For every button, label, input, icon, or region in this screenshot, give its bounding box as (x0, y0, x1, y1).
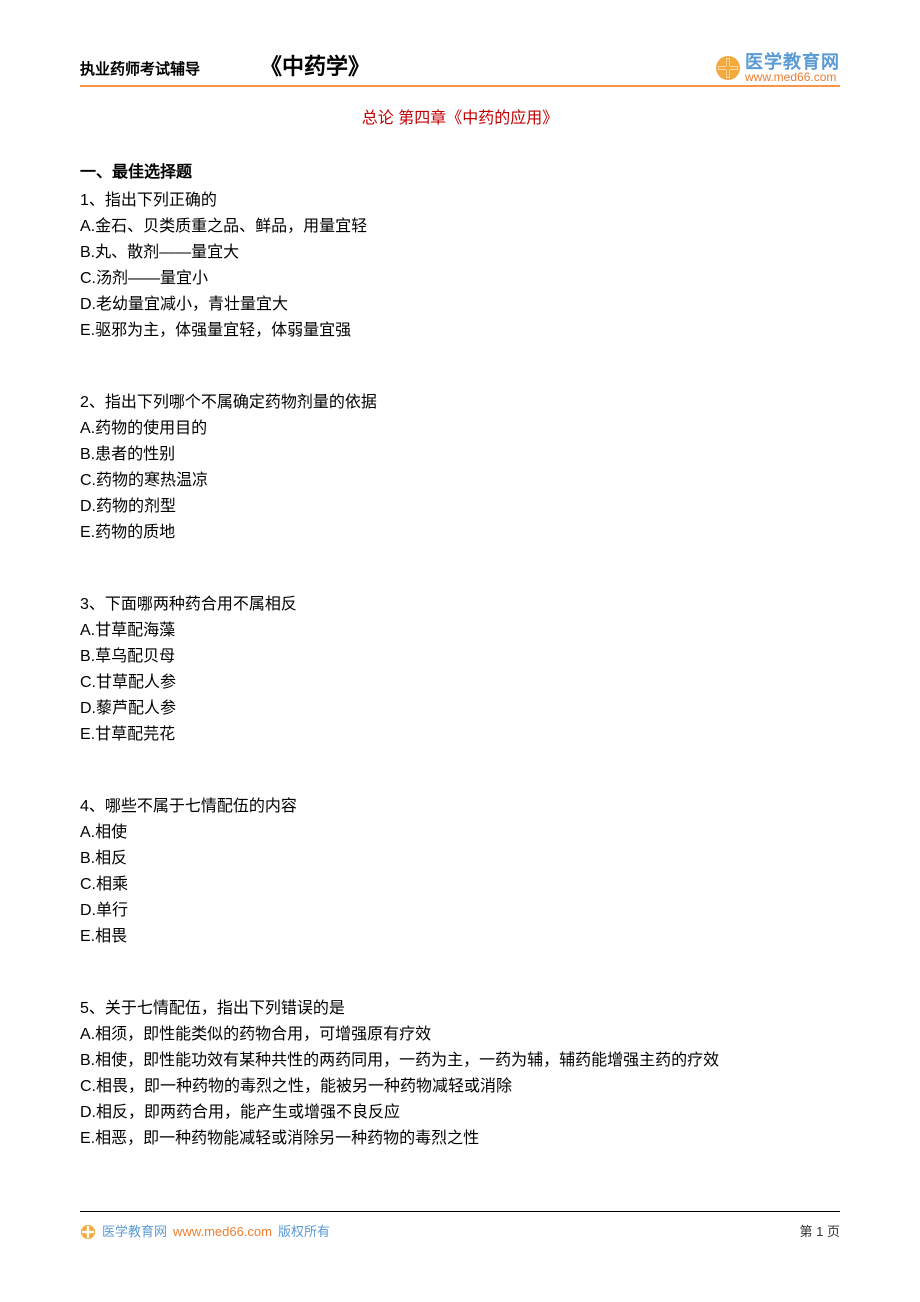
question-option: B.丸、散剂——量宜大 (80, 241, 840, 265)
question: 5、关于七情配伍，指出下列错误的是A.相须，即性能类似的药物合用，可增强原有疗效… (80, 997, 840, 1151)
question-option: B.草乌配贝母 (80, 645, 840, 669)
question-stem: 4、哪些不属于七情配伍的内容 (80, 795, 840, 819)
globe-plus-icon (715, 55, 741, 81)
question-option: D.藜芦配人参 (80, 697, 840, 721)
question-option: D.老幼量宜减小，青壮量宜大 (80, 293, 840, 317)
logo-url: www.med66.com (745, 71, 840, 83)
globe-plus-icon (80, 1224, 96, 1240)
question-option: A.甘草配海藻 (80, 619, 840, 643)
logo-text: 医学教育网 www.med66.com (745, 53, 840, 83)
question-option: A.药物的使用目的 (80, 417, 840, 441)
question: 2、指出下列哪个不属确定药物剂量的依据A.药物的使用目的B.患者的性别C.药物的… (80, 391, 840, 545)
page-header: 执业药师考试辅导 《中药学》 医学教育网 www.med66.com (80, 50, 840, 87)
footer-left: 医学教育网 www.med66.com 版权所有 (80, 1222, 330, 1242)
question-stem: 2、指出下列哪个不属确定药物剂量的依据 (80, 391, 840, 415)
question-option: E.相恶，即一种药物能减轻或消除另一种药物的毒烈之性 (80, 1127, 840, 1151)
question-option: E.驱邪为主，体强量宜轻，体弱量宜强 (80, 319, 840, 343)
questions-container: 1、指出下列正确的A.金石、贝类质重之品、鲜品，用量宜轻B.丸、散剂——量宜大C… (80, 189, 840, 1151)
question-option: E.相畏 (80, 925, 840, 949)
question-option: A.相须，即性能类似的药物合用，可增强原有疗效 (80, 1023, 840, 1047)
footer-page: 第 1 页 (800, 1222, 840, 1242)
footer-copyright: 版权所有 (278, 1222, 330, 1242)
header-logo: 医学教育网 www.med66.com (715, 53, 840, 83)
footer-brand: 医学教育网 (102, 1222, 167, 1242)
question-option: B.相反 (80, 847, 840, 871)
footer-url: www.med66.com (173, 1222, 272, 1242)
question-option: C.相畏，即一种药物的毒烈之性，能被另一种药物减轻或消除 (80, 1075, 840, 1099)
header-subtitle: 执业药师考试辅导 (80, 59, 200, 82)
question-option: C.相乘 (80, 873, 840, 897)
question-stem: 1、指出下列正确的 (80, 189, 840, 213)
question-option: B.相使，即性能功效有某种共性的两药同用，一药为主，一药为辅，辅药能增强主药的疗… (80, 1049, 840, 1073)
question-option: E.甘草配芫花 (80, 723, 840, 747)
question-option: D.相反，即两药合用，能产生或增强不良反应 (80, 1101, 840, 1125)
question: 3、下面哪两种药合用不属相反A.甘草配海藻B.草乌配贝母C.甘草配人参D.藜芦配… (80, 593, 840, 747)
question-stem: 5、关于七情配伍，指出下列错误的是 (80, 997, 840, 1021)
question: 4、哪些不属于七情配伍的内容A.相使B.相反C.相乘D.单行E.相畏 (80, 795, 840, 949)
header-left: 执业药师考试辅导 《中药学》 (80, 50, 370, 83)
question-option: D.单行 (80, 899, 840, 923)
question-option: A.金石、贝类质重之品、鲜品，用量宜轻 (80, 215, 840, 239)
question-option: C.药物的寒热温凉 (80, 469, 840, 493)
question: 1、指出下列正确的A.金石、贝类质重之品、鲜品，用量宜轻B.丸、散剂——量宜大C… (80, 189, 840, 343)
question-stem: 3、下面哪两种药合用不属相反 (80, 593, 840, 617)
page-footer: 医学教育网 www.med66.com 版权所有 第 1 页 (80, 1211, 840, 1242)
question-option: D.药物的剂型 (80, 495, 840, 519)
section-title: 一、最佳选择题 (80, 161, 840, 185)
question-option: A.相使 (80, 821, 840, 845)
question-option: C.汤剂——量宜小 (80, 267, 840, 291)
question-option: B.患者的性别 (80, 443, 840, 467)
question-option: C.甘草配人参 (80, 671, 840, 695)
logo-brand: 医学教育网 (745, 53, 840, 71)
question-option: E.药物的质地 (80, 521, 840, 545)
chapter-title: 总论 第四章《中药的应用》 (80, 107, 840, 131)
header-title: 《中药学》 (260, 50, 370, 83)
